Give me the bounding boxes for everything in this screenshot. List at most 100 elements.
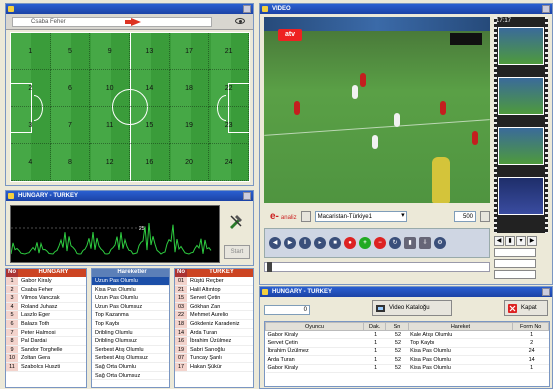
action-item[interactable]: Sağ Orta Olumlu (92, 363, 169, 372)
video-titlebar[interactable]: VIDEO (260, 4, 552, 14)
pitch-zone[interactable]: 13 (130, 33, 170, 70)
player-row[interactable]: 3 Vilmos Vanczak (6, 294, 86, 303)
loop-icon[interactable]: ↻ (389, 237, 401, 249)
pitch-zone[interactable]: 7 (50, 107, 91, 144)
col-player[interactable]: Oyuncu (264, 322, 365, 331)
side-field-2[interactable] (494, 259, 536, 268)
player-row[interactable]: 19 Sabri Sarıoğlu (175, 345, 253, 355)
pitch-zone[interactable]: 8 (50, 144, 91, 181)
event-row[interactable]: Arda Turan 1 52 Kisa Pas Olumlu 14 (265, 355, 549, 365)
pitch-zone[interactable]: 19 (169, 107, 210, 144)
thumbnail-frame[interactable] (498, 27, 544, 65)
marker-icon[interactable]: ▮ (404, 237, 416, 249)
video-frame[interactable]: atv (264, 17, 490, 203)
side-field-3[interactable] (494, 270, 536, 279)
events-table[interactable]: Oyuncu Dak. Sn Hareket Form No Gabor Kir… (264, 321, 550, 387)
player-row[interactable]: 4 Roland Juhasz (6, 302, 86, 312)
start-button[interactable]: Start (224, 245, 250, 259)
event-count-field[interactable]: 0 (264, 305, 310, 315)
player-name-field[interactable]: Csaba Feher (12, 17, 212, 27)
pitch-zone[interactable]: 2 (11, 70, 51, 107)
pitch-zone[interactable]: 9 (90, 33, 130, 70)
thumbnail-frame[interactable] (498, 177, 544, 215)
speed-stepper[interactable] (480, 210, 490, 222)
pitch-zone[interactable]: 10 (90, 70, 130, 107)
pitch-zone[interactable]: 16 (130, 144, 170, 181)
close-button[interactable]: Kapat (504, 300, 548, 316)
action-item[interactable]: Dribling Olumlu (92, 329, 169, 338)
col-form-no[interactable]: Form No (512, 322, 549, 331)
thumbnail-frame[interactable] (498, 77, 544, 115)
player-row[interactable]: 03 Gökhan Zan (175, 302, 253, 312)
direction-arrow-icon[interactable] (125, 18, 141, 26)
video-timeline-slider[interactable] (264, 262, 490, 272)
player-row[interactable]: 10 Zoltan Gera (6, 354, 86, 363)
player-row[interactable]: 7 Peter Halmosi (6, 328, 86, 338)
pitch-titlebar[interactable] (6, 4, 253, 14)
activity-titlebar[interactable]: HUNGARY - TURKEY (6, 191, 253, 201)
pitch-zone[interactable]: 14 (130, 70, 170, 107)
action-item[interactable]: Sağ Orta Olumsuz (92, 372, 169, 381)
event-row[interactable]: Gabor Kiraly 1 52 Kisa Pas Olumlu 1 (265, 364, 549, 373)
col-action[interactable]: Hareket (407, 322, 514, 331)
player-row[interactable]: 2 Csaba Feher (6, 285, 86, 295)
col-second[interactable]: Sn (385, 322, 409, 331)
col-minute[interactable]: Dak. (363, 322, 387, 331)
video-catalog-button[interactable]: Video Kataloğu (372, 300, 452, 316)
event-row[interactable]: Servet Çetin 1 52 Top Kaybı 2 (265, 338, 549, 348)
thumbnail-strip[interactable]: 17:17 (494, 17, 548, 233)
play-icon[interactable]: ▶ (284, 237, 296, 249)
event-row[interactable]: Gabor Kiraly 1 52 Kale Atışı Olumlu 1 (265, 330, 549, 340)
player-row[interactable]: 07 Tuncay Şanlı (175, 354, 253, 363)
action-item[interactable]: Top Kaybı (92, 320, 169, 329)
step-forward-icon[interactable]: ▸ (314, 237, 326, 249)
player-row[interactable]: 1 Gabor Kiraly (6, 277, 86, 286)
pitch-zone[interactable]: 5 (50, 33, 91, 70)
pitch-zone[interactable]: 6 (50, 70, 91, 107)
pitch-zone[interactable]: 20 (169, 144, 210, 181)
pitch-zone[interactable]: 15 (130, 107, 170, 144)
pitch-zone[interactable]: 12 (90, 144, 130, 181)
player-row[interactable]: 9 Sandor Torghelle (6, 345, 86, 355)
close-icon[interactable] (243, 5, 251, 13)
player-row[interactable]: 8 Pal Dardai (6, 337, 86, 346)
player-row[interactable]: 22 Mehmet Aurelio (175, 311, 253, 320)
pitch-zone[interactable]: 17 (169, 33, 210, 70)
match-icon[interactable] (300, 210, 311, 222)
close-icon[interactable] (243, 192, 251, 200)
player-row[interactable]: 01 Rüştü Reçber (175, 277, 253, 286)
down-button[interactable]: ▾ (516, 236, 526, 246)
hungary-player-list[interactable]: No HUNGARY 1 Gabor Kiraly 2 Csaba Feher 3 Vil… (5, 268, 87, 388)
close-icon[interactable] (542, 5, 550, 13)
football-pitch[interactable]: 1 5 9 13 17 21 2 6 10 14 18 22 3 7 11 15 19 23 4 8 12 16 20 24 (10, 32, 250, 182)
next-frame-button[interactable]: ▶ (527, 236, 537, 246)
action-item[interactable]: Serbest Atış Olumlu (92, 346, 169, 355)
side-field-1[interactable] (494, 248, 536, 257)
pause-icon[interactable]: ‖ (299, 237, 311, 249)
action-item[interactable]: Uzun Pas Olumsuz (92, 303, 169, 312)
remove-event-icon[interactable]: − (374, 237, 386, 249)
event-row[interactable]: İbrahim Üzülmez 1 52 Kisa Pas Olumlu 24 (265, 347, 549, 357)
add-event-icon[interactable]: + (359, 237, 371, 249)
pitch-zone[interactable]: 11 (90, 107, 130, 144)
action-item[interactable]: Uzun Pas Olumlu (92, 277, 169, 286)
record-icon[interactable]: ● (344, 237, 356, 249)
pitch-zone[interactable]: 3 (11, 107, 51, 144)
action-item[interactable]: Uzun Pas Olumlu (92, 294, 169, 303)
speed-field[interactable]: 500 (454, 210, 476, 222)
player-row[interactable]: 14 Arda Turan (175, 328, 253, 338)
action-item[interactable]: Dribling Olumsuz (92, 337, 169, 346)
action-item[interactable]: Top Kazanma (92, 311, 169, 320)
player-row[interactable]: 18 Gökdeniz Karadeniz (175, 319, 253, 329)
action-item[interactable]: Serbest Atış Olumsuz (92, 354, 169, 363)
first-frame-button[interactable]: ▮ (505, 236, 515, 246)
match-select[interactable]: Macaristan-Türkiye1 (314, 210, 407, 222)
settings-icon[interactable]: ⚙ (434, 237, 446, 249)
player-row[interactable]: 6 Balazs Toth (6, 319, 86, 329)
player-row[interactable]: 17 Hakan Şükür (175, 362, 253, 372)
action-list[interactable]: Hareketler Uzun Pas Olumlu Kisa Pas Oluml… (91, 268, 170, 388)
player-row[interactable]: 16 İbrahim Üzülmez (175, 337, 253, 346)
close-icon[interactable] (542, 288, 550, 296)
player-row[interactable]: 15 Servet Çetin (175, 294, 253, 303)
pitch-zone[interactable]: 18 (169, 70, 210, 107)
